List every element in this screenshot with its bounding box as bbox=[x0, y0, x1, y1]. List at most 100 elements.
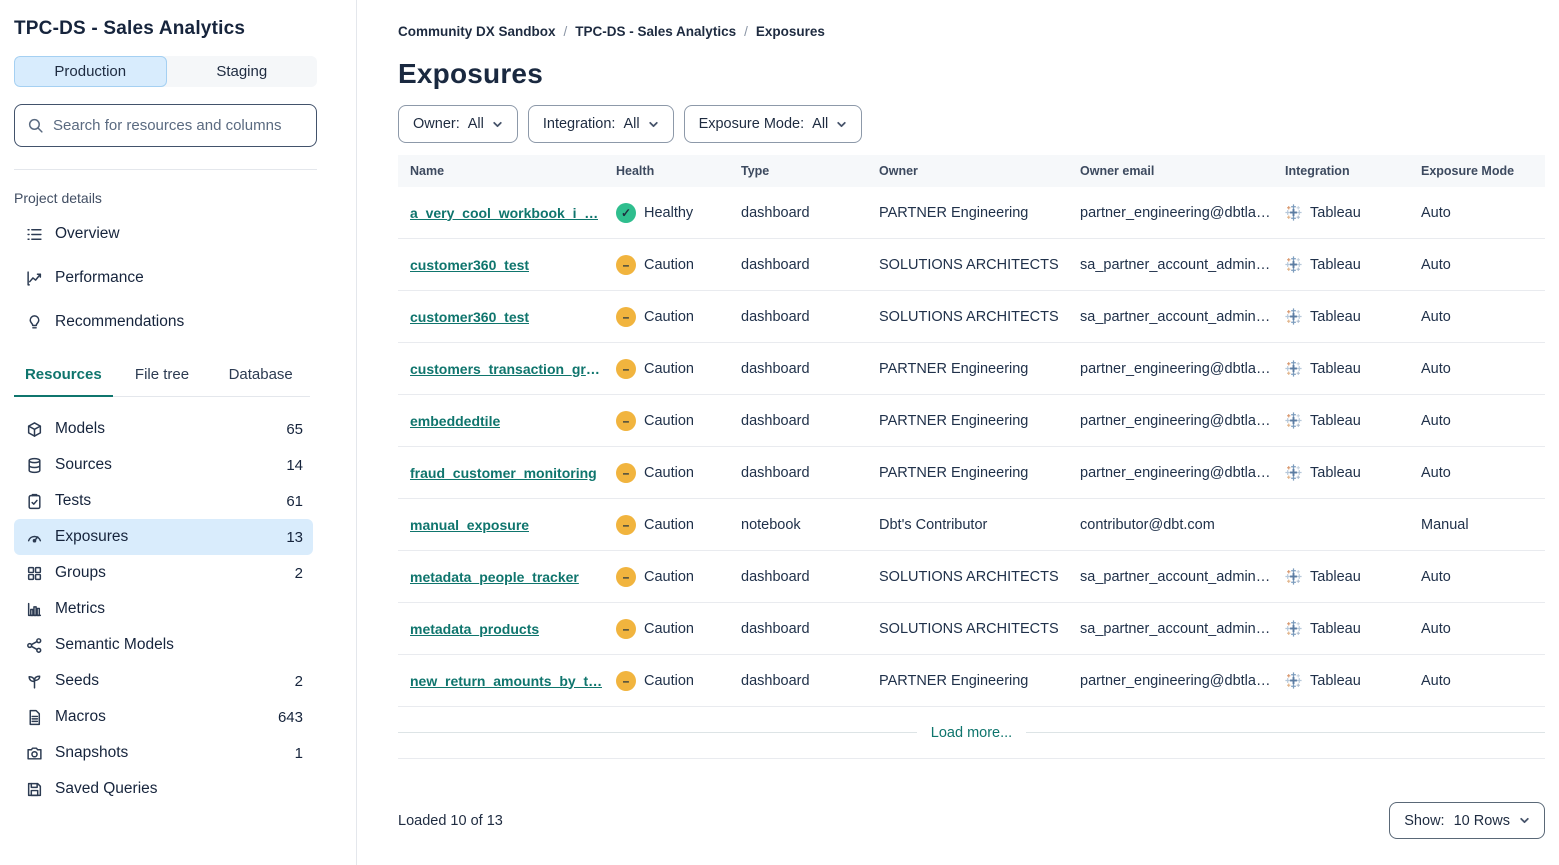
health-label: Caution bbox=[644, 413, 694, 429]
column-header-type[interactable]: Type bbox=[729, 164, 867, 178]
exposure-mode-cell: Auto bbox=[1409, 621, 1545, 637]
breadcrumb-account[interactable]: Community DX Sandbox bbox=[398, 24, 556, 39]
health-label: Caution bbox=[644, 465, 694, 481]
exposure-name-link[interactable]: new_return_amounts_by_t… bbox=[410, 673, 602, 689]
table-body: a_very_cool_workbook_i_… ✓ Healthy dashb… bbox=[398, 187, 1545, 707]
sidebar-item-sources[interactable]: Sources 14 bbox=[14, 447, 313, 483]
exposure-name-link[interactable]: metadata_people_tracker bbox=[410, 569, 579, 585]
load-more-link[interactable]: Load more... bbox=[917, 725, 1026, 741]
exposure-mode-cell: Auto bbox=[1409, 569, 1545, 585]
exposure-name-link[interactable]: a_very_cool_workbook_i_… bbox=[410, 205, 598, 221]
filter-label: Exposure Mode: bbox=[699, 116, 805, 132]
sidebar-item-label: Performance bbox=[55, 269, 144, 287]
type-cell: dashboard bbox=[729, 673, 867, 689]
exposure-mode-filter-dropdown[interactable]: Exposure Mode: All bbox=[684, 105, 863, 143]
table-row: a_very_cool_workbook_i_… ✓ Healthy dashb… bbox=[398, 187, 1545, 239]
save-icon bbox=[26, 781, 43, 798]
database-icon bbox=[26, 457, 43, 474]
resource-count: 65 bbox=[286, 421, 303, 438]
sidebar-item-overview[interactable]: Overview bbox=[14, 212, 342, 256]
integration-filter-dropdown[interactable]: Integration: All bbox=[528, 105, 674, 143]
health-status-icon: – bbox=[616, 463, 636, 483]
tab-resources[interactable]: Resources bbox=[14, 366, 113, 397]
chevron-down-icon bbox=[492, 119, 503, 130]
health-status-icon: – bbox=[616, 619, 636, 639]
show-value: 10 Rows bbox=[1454, 813, 1510, 829]
owner-cell: PARTNER Engineering bbox=[867, 673, 1068, 689]
search-box[interactable] bbox=[14, 104, 317, 147]
sidebar-item-semantic-models[interactable]: Semantic Models bbox=[14, 627, 313, 663]
sidebar-item-snapshots[interactable]: Snapshots 1 bbox=[14, 735, 313, 771]
sidebar-item-tests[interactable]: Tests 61 bbox=[14, 483, 313, 519]
type-cell: dashboard bbox=[729, 465, 867, 481]
lightbulb-icon bbox=[26, 314, 43, 331]
owner-cell: PARTNER Engineering bbox=[867, 413, 1068, 429]
chevron-down-icon bbox=[836, 119, 847, 130]
owner-filter-dropdown[interactable]: Owner: All bbox=[398, 105, 518, 143]
column-header-owner[interactable]: Owner bbox=[867, 164, 1068, 178]
project-title: TPC-DS - Sales Analytics bbox=[14, 18, 342, 40]
health-status-icon: – bbox=[616, 307, 636, 327]
health-label: Caution bbox=[644, 621, 694, 637]
integration-label: Tableau bbox=[1310, 413, 1361, 429]
column-header-health[interactable]: Health bbox=[604, 164, 729, 178]
type-cell: dashboard bbox=[729, 413, 867, 429]
bar-chart-icon bbox=[26, 601, 43, 618]
tab-database[interactable]: Database bbox=[211, 366, 310, 396]
owner-cell: SOLUTIONS ARCHITECTS bbox=[867, 257, 1068, 273]
tableau-icon bbox=[1285, 256, 1302, 273]
exposure-name-link[interactable]: customer360_test bbox=[410, 257, 529, 273]
sidebar-item-seeds[interactable]: Seeds 2 bbox=[14, 663, 313, 699]
rows-per-page-dropdown[interactable]: Show: 10 Rows bbox=[1389, 802, 1545, 839]
type-cell: dashboard bbox=[729, 309, 867, 325]
tableau-icon bbox=[1285, 464, 1302, 481]
sidebar-item-recommendations[interactable]: Recommendations bbox=[14, 300, 342, 344]
health-label: Caution bbox=[644, 517, 694, 533]
integration-label: Tableau bbox=[1310, 257, 1361, 273]
column-header-integration[interactable]: Integration bbox=[1273, 164, 1409, 178]
sidebar-item-saved-queries[interactable]: Saved Queries bbox=[14, 771, 313, 807]
sidebar-item-label: Seeds bbox=[55, 672, 99, 690]
resource-count: 2 bbox=[295, 565, 303, 582]
tab-file-tree[interactable]: File tree bbox=[113, 366, 212, 396]
sidebar-item-label: Models bbox=[55, 420, 105, 438]
owner-email-cell: partner_engineering@dbtla… bbox=[1068, 465, 1273, 481]
tableau-icon bbox=[1285, 204, 1302, 221]
exposure-name-link[interactable]: fraud_customer_monitoring bbox=[410, 465, 597, 481]
column-header-owner-email[interactable]: Owner email bbox=[1068, 164, 1273, 178]
sidebar-item-metrics[interactable]: Metrics bbox=[14, 591, 313, 627]
load-more-row: Load more... bbox=[398, 707, 1545, 759]
divider bbox=[1026, 732, 1545, 733]
sprout-icon bbox=[26, 673, 43, 690]
sidebar-item-label: Overview bbox=[55, 225, 120, 243]
sidebar-item-macros[interactable]: Macros 643 bbox=[14, 699, 313, 735]
sidebar-item-models[interactable]: Models 65 bbox=[14, 411, 313, 447]
table-row: customer360_test – Caution dashboard SOL… bbox=[398, 239, 1545, 291]
network-icon bbox=[26, 637, 43, 654]
integration-label: Tableau bbox=[1310, 309, 1361, 325]
exposure-name-link[interactable]: customer360_test bbox=[410, 309, 529, 325]
resource-count: 1 bbox=[295, 745, 303, 762]
health-label: Caution bbox=[644, 309, 694, 325]
sidebar-item-performance[interactable]: Performance bbox=[14, 256, 342, 300]
tab-staging[interactable]: Staging bbox=[167, 56, 318, 87]
health-label: Healthy bbox=[644, 205, 693, 221]
breadcrumb-project[interactable]: TPC-DS - Sales Analytics bbox=[575, 24, 736, 39]
column-header-exposure-mode[interactable]: Exposure Mode bbox=[1409, 164, 1545, 178]
tab-production[interactable]: Production bbox=[14, 56, 167, 87]
sidebar-divider bbox=[14, 169, 317, 170]
search-input[interactable] bbox=[53, 117, 304, 134]
sidebar-item-exposures[interactable]: Exposures 13 bbox=[14, 519, 313, 555]
resource-count: 13 bbox=[286, 529, 303, 546]
exposure-name-link[interactable]: manual_exposure bbox=[410, 517, 529, 533]
sidebar-item-label: Semantic Models bbox=[55, 636, 174, 654]
exposure-name-link[interactable]: metadata_products bbox=[410, 621, 539, 637]
sidebar-item-groups[interactable]: Groups 2 bbox=[14, 555, 313, 591]
column-header-name[interactable]: Name bbox=[398, 164, 604, 178]
owner-cell: PARTNER Engineering bbox=[867, 465, 1068, 481]
exposure-name-link[interactable]: customers_transaction_gro… bbox=[410, 361, 604, 377]
owner-email-cell: sa_partner_account_admin… bbox=[1068, 621, 1273, 637]
breadcrumb: Community DX Sandbox / TPC-DS - Sales An… bbox=[398, 24, 1545, 39]
tableau-icon bbox=[1285, 412, 1302, 429]
exposure-name-link[interactable]: embeddedtile bbox=[410, 413, 500, 429]
